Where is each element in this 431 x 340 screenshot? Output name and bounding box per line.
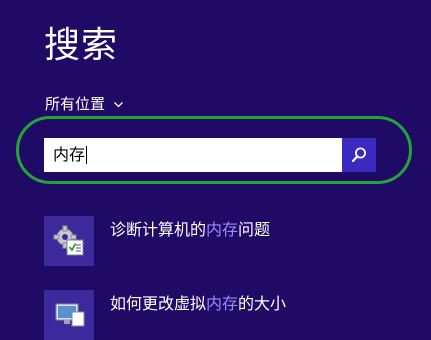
result-text-prefix: 诊断计算机的 (110, 220, 207, 239)
memory-diagnostic-icon (44, 216, 94, 266)
search-query-text: 内存 (53, 145, 86, 164)
result-text-suffix: 的大小 (238, 294, 287, 313)
search-scope-label: 所有位置 (45, 95, 106, 113)
search-pane-title: 搜索 (44, 25, 119, 66)
search-result-item[interactable]: 如何更改虚拟内存的大小 (44, 290, 286, 340)
search-result-label: 诊断计算机的内存问题 (110, 216, 270, 240)
search-result-label: 如何更改虚拟内存的大小 (110, 290, 286, 314)
result-text-suffix: 问题 (238, 220, 271, 239)
search-button[interactable] (342, 138, 376, 172)
search-box: 内存 (44, 138, 376, 172)
result-text-prefix: 如何更改虚拟 (110, 294, 207, 313)
search-scope-dropdown[interactable]: 所有位置 (45, 94, 124, 114)
search-result-item[interactable]: 诊断计算机的内存问题 (44, 216, 270, 266)
result-text-highlight: 内存 (206, 220, 239, 239)
system-settings-icon (44, 290, 94, 340)
search-icon (351, 147, 366, 163)
chevron-down-icon (114, 101, 123, 107)
result-text-highlight: 内存 (206, 294, 239, 313)
search-input[interactable]: 内存 (44, 138, 342, 172)
text-caret (86, 145, 88, 164)
